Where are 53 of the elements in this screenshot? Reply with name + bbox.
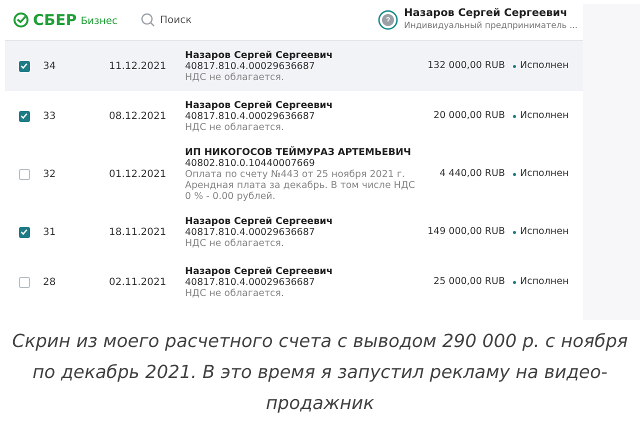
payment-purpose: НДС не облагается. bbox=[185, 122, 286, 132]
payment-status: Исполнен bbox=[520, 224, 569, 239]
payment-status: Исполнен bbox=[520, 166, 569, 181]
payment-purpose: НДС не облагается. bbox=[185, 72, 286, 82]
account-number: 40817.810.4.00029636687 bbox=[185, 276, 316, 288]
logo-icon bbox=[13, 12, 29, 28]
payee-name: Назаров Сергей Сергеевич bbox=[185, 100, 334, 110]
payment-date: 02.11.2021 bbox=[109, 276, 168, 290]
payment-purpose: НДС не облагается. bbox=[185, 288, 286, 298]
payment-status: Исполнен bbox=[520, 108, 569, 123]
account-number: 40802.810.0.10440007669 bbox=[185, 158, 316, 168]
row-checkbox[interactable] bbox=[18, 110, 30, 122]
search-icon bbox=[141, 13, 155, 27]
payee-name: Назаров Сергей Сергеевич bbox=[185, 266, 334, 276]
payment-status: Исполнен bbox=[520, 58, 569, 73]
payment-number: 33 bbox=[43, 110, 57, 124]
payee-name: ИП НИКОГОСОВ ТЕЙМУРАЗ АРТЕМЬЕВИЧ bbox=[185, 146, 412, 158]
payment-date: 08.12.2021 bbox=[109, 110, 168, 124]
payment-purpose: Оплата по счету №443 от 25 ноября 2021 г. Арендная плата за декабрь. В том числе НДС 0 % - 0.00 рублей. bbox=[185, 168, 416, 202]
payment-row[interactable]: 34 11.12.2021 Назаров Сергей Сергеевич 40817.810.4.00029636687 НДС не облагается. 132 000,00 RUB Исполнен bbox=[5, 41, 583, 91]
check-icon bbox=[20, 62, 28, 70]
payee-name: Назаров Сергей Сергеевич bbox=[185, 50, 334, 60]
caption-text: Скрин из моего расчетного счета с выводом 290 000 р. с ноября по декабрь 2021. В это время я запустил рекламу на видео-продажник bbox=[11, 330, 629, 416]
payment-amount: 149 000,00 RUB bbox=[426, 224, 505, 239]
account-number: 40817.810.4.00029636687 bbox=[185, 60, 316, 72]
payment-date: 11.12.2021 bbox=[109, 60, 168, 74]
payment-number: 28 bbox=[43, 276, 57, 290]
payment-amount: 132 000,00 RUB bbox=[426, 58, 505, 73]
avatar-icon[interactable] bbox=[378, 10, 398, 30]
user-name: Назаров Сергей Сергеевич bbox=[404, 7, 568, 20]
payee-name: Назаров Сергей Сергеевич bbox=[185, 216, 334, 226]
check-icon bbox=[20, 228, 28, 236]
account-number: 40817.810.4.00029636687 bbox=[185, 110, 316, 122]
logo-subtitle: Бизнес bbox=[80, 16, 118, 26]
check-icon bbox=[20, 112, 28, 120]
row-checkbox[interactable] bbox=[18, 276, 30, 288]
payment-purpose: НДС не облагается. bbox=[185, 238, 286, 248]
payment-number: 32 bbox=[43, 168, 57, 182]
payment-number: 31 bbox=[43, 226, 57, 240]
payment-amount: 20 000,00 RUB bbox=[432, 108, 505, 123]
row-checkbox[interactable] bbox=[18, 60, 30, 72]
row-checkbox[interactable] bbox=[18, 168, 30, 180]
user-role: Индивидуальный предприниматель ... bbox=[404, 20, 578, 33]
payment-amount: 25 000,00 RUB bbox=[432, 274, 505, 289]
payment-date: 18.11.2021 bbox=[109, 226, 168, 240]
payment-amount: 4 440,00 RUB bbox=[438, 166, 505, 181]
account-number: 40817.810.4.00029636687 bbox=[185, 226, 316, 238]
logo-text: СБЕР bbox=[33, 12, 77, 28]
row-checkbox[interactable] bbox=[18, 226, 30, 238]
payment-status: Исполнен bbox=[520, 274, 569, 289]
payment-number: 34 bbox=[43, 60, 57, 74]
search-field[interactable]: Поиск bbox=[160, 12, 280, 28]
payment-date: 01.12.2021 bbox=[109, 168, 168, 182]
